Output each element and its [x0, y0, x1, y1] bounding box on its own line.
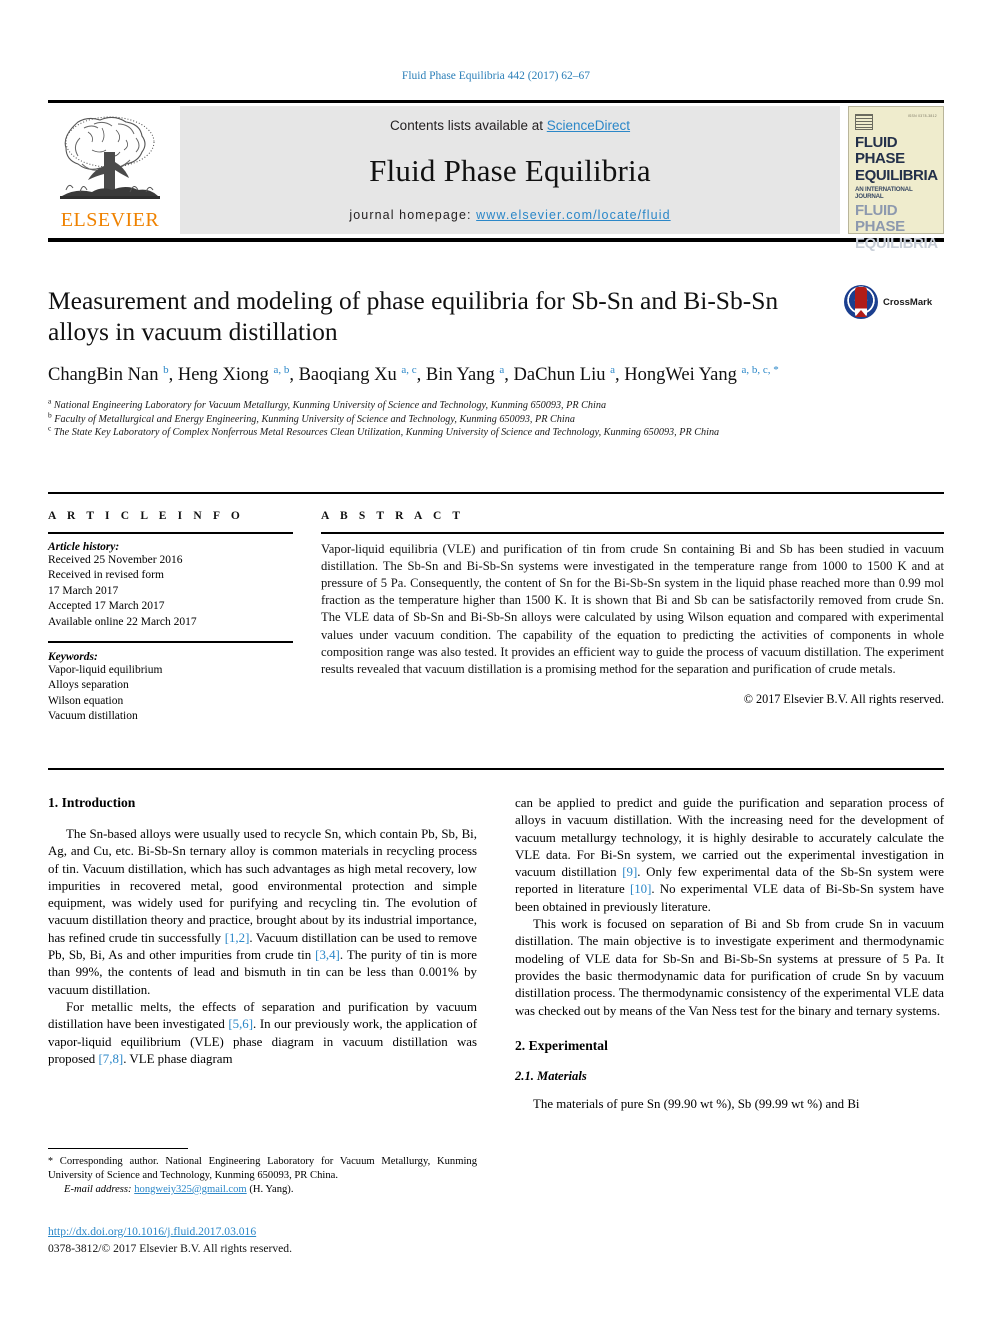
article-history-item: Available online 22 March 2017: [48, 615, 197, 628]
homepage-prefix-text: journal homepage:: [349, 208, 477, 222]
affiliation-item: c The State Key Laboratory of Complex No…: [48, 423, 720, 438]
journal-title: Fluid Phase Equilibria: [369, 152, 651, 188]
keyword-item: Alloys separation: [48, 679, 129, 691]
cover-elsevier-mark-icon: [855, 114, 873, 130]
contents-available-line: Contents lists available at ScienceDirec…: [390, 118, 630, 133]
heading-introduction: 1. Introduction: [48, 795, 136, 810]
corresponding-author-text: * Corresponding author. National Enginee…: [48, 1155, 477, 1183]
email-suffix: (H. Yang).: [249, 1184, 294, 1195]
left-column: 1. Introduction The Sn-based alloys were…: [48, 795, 477, 1113]
article-history-item: 17 March 2017: [48, 584, 119, 597]
page-title: Measurement and modeling of phase equili…: [48, 286, 779, 346]
keywords-rule: [48, 641, 293, 643]
article-history-label: Article history:: [48, 540, 120, 553]
citation-ref-3-4[interactable]: [3,4]: [315, 948, 340, 962]
doi-block: http://dx.doi.org/10.1016/j.fluid.2017.0…: [48, 1222, 498, 1255]
cover-line-1: FLUID PHASE: [855, 134, 905, 167]
heading-experimental: 2. Experimental: [515, 1037, 608, 1053]
heading-materials: 2.1. Materials: [515, 1068, 587, 1083]
intro-p1-seg-a: The Sn-based alloys were usually used to…: [48, 827, 477, 945]
info-abstract-block: A R T I C L E I N F O Article history: R…: [48, 510, 944, 725]
paragraph-materials: The materials of pure Sn (99.90 wt %), S…: [533, 1096, 860, 1111]
elsevier-logo: ELSEVIER: [48, 106, 172, 234]
corresponding-author-footnote: * Corresponding author. National Enginee…: [48, 1148, 477, 1197]
abstract-bottom-rule: [48, 768, 944, 770]
crossmark-label: CrossMark: [883, 296, 933, 308]
body-columns: 1. Introduction The Sn-based alloys were…: [48, 795, 944, 1113]
abstract-text: Vapor-liquid equilibria (VLE) and purifi…: [321, 541, 944, 676]
cover-line-2: EQUILIBRIA: [855, 167, 938, 184]
citation-ref-10[interactable]: [10]: [630, 882, 651, 896]
masthead-center-panel: Contents lists available at ScienceDirec…: [180, 106, 840, 234]
email-link[interactable]: hongweiy325@gmail.com: [134, 1184, 246, 1195]
masthead-top-rule: [48, 100, 944, 103]
intro-p2-seg-c: . VLE phase diagram: [123, 1051, 233, 1066]
keyword-item: Vacuum distillation: [48, 710, 138, 722]
abstract-column: A B S T R A C T Vapor-liquid equilibria …: [321, 510, 944, 725]
contents-prefix-text: Contents lists available at: [389, 118, 547, 133]
citation-ref-1-2[interactable]: [1,2]: [225, 931, 250, 945]
email-line: E-mail address: hongweiy325@gmail.com (H…: [48, 1183, 477, 1197]
abstract-copyright: © 2017 Elsevier B.V. All rights reserved…: [743, 692, 944, 707]
article-history-item: Received in revised form: [48, 569, 164, 581]
abstract-rule: [321, 532, 944, 534]
journal-homepage-line: journal homepage: www.elsevier.com/locat…: [349, 208, 670, 222]
author-list: ChangBin Nan b, Heng Xiong a, b, Baoqian…: [48, 363, 779, 385]
abstract-heading: A B S T R A C T: [321, 510, 465, 522]
affiliation-marker: a: [48, 396, 52, 406]
journal-homepage-link[interactable]: www.elsevier.com/locate/fluid: [476, 208, 670, 222]
paragraph-intro-1: The Sn-based alloys were usually used to…: [48, 826, 477, 999]
sciencedirect-link[interactable]: ScienceDirect: [547, 118, 630, 133]
paper-page: Fluid Phase Equilibria 442 (2017) 62–67: [0, 0, 992, 1323]
affiliation-marker: b: [48, 410, 52, 420]
elsevier-tree-icon: [60, 116, 160, 199]
affiliation-item: a National Engineering Laboratory for Va…: [48, 396, 607, 411]
citation-ref-7-8[interactable]: [7,8]: [98, 1052, 123, 1066]
journal-cover-thumbnail[interactable]: ISSN 0378-3812 FLUID PHASE EQUILIBRIA AN…: [848, 106, 944, 252]
affiliation-list: a National Engineering Laboratory for Va…: [48, 396, 878, 440]
masthead-bottom-rule: [48, 238, 944, 242]
running-head: Fluid Phase Equilibria 442 (2017) 62–67: [401, 70, 591, 82]
cover-subtitle: AN INTERNATIONAL JOURNAL: [855, 186, 913, 200]
article-info-rule: [48, 532, 293, 534]
crossmark-badge[interactable]: CrossMark: [844, 285, 944, 319]
article-history-item: Accepted 17 March 2017: [48, 600, 165, 612]
article-info-heading: A R T I C L E I N F O: [48, 510, 244, 522]
footnote-rule: [48, 1148, 188, 1149]
keyword-item: Wilson equation: [48, 694, 124, 707]
affiliation-item: b Faculty of Metallurgical and Energy En…: [48, 410, 575, 425]
journal-masthead: ELSEVIER Contents lists available at Sci…: [48, 100, 944, 252]
cover-line-3: FLUID PHASE: [855, 202, 905, 235]
issn-copyright-line: 0378-3812/© 2017 Elsevier B.V. All right…: [48, 1242, 292, 1255]
corresponding-author-detail: Corresponding author. National Engineeri…: [48, 1156, 477, 1181]
email-label: E-mail address:: [64, 1184, 132, 1195]
affiliation-marker: c: [48, 423, 52, 433]
article-info-column: A R T I C L E I N F O Article history: R…: [48, 510, 293, 725]
paragraph-right-2: This work is focused on separation of Bi…: [515, 917, 944, 1018]
citation-ref-9[interactable]: [9]: [622, 865, 637, 879]
cover-corner-label: ISSN 0378-3812: [907, 114, 937, 118]
article-history-item: Received 25 November 2016: [48, 553, 183, 566]
crossmark-logo-icon: [844, 285, 878, 319]
elsevier-wordmark: ELSEVIER: [60, 209, 160, 231]
keywords-lines: Vapor-liquid equilibrium Alloys separatio…: [48, 663, 293, 725]
doi-link[interactable]: http://dx.doi.org/10.1016/j.fluid.2017.0…: [48, 1225, 256, 1238]
article-header: CrossMark Measurement and modeling of ph…: [48, 285, 944, 440]
header-divider-rule: [48, 492, 944, 494]
paragraph-intro-2: For metallic melts, the effects of separ…: [48, 999, 477, 1068]
citation-ref-5-6[interactable]: [5,6]: [228, 1017, 253, 1031]
keyword-item: Vapor-liquid equilibrium: [48, 663, 163, 676]
article-history-lines: Received 25 November 2016 Received in rev…: [48, 553, 293, 631]
keywords-label: Keywords:: [48, 650, 98, 663]
right-column: can be applied to predict and guide the …: [515, 795, 944, 1113]
paragraph-right-1: can be applied to predict and guide the …: [515, 795, 944, 916]
cover-line-4: EQUILIBRIA: [855, 235, 938, 252]
